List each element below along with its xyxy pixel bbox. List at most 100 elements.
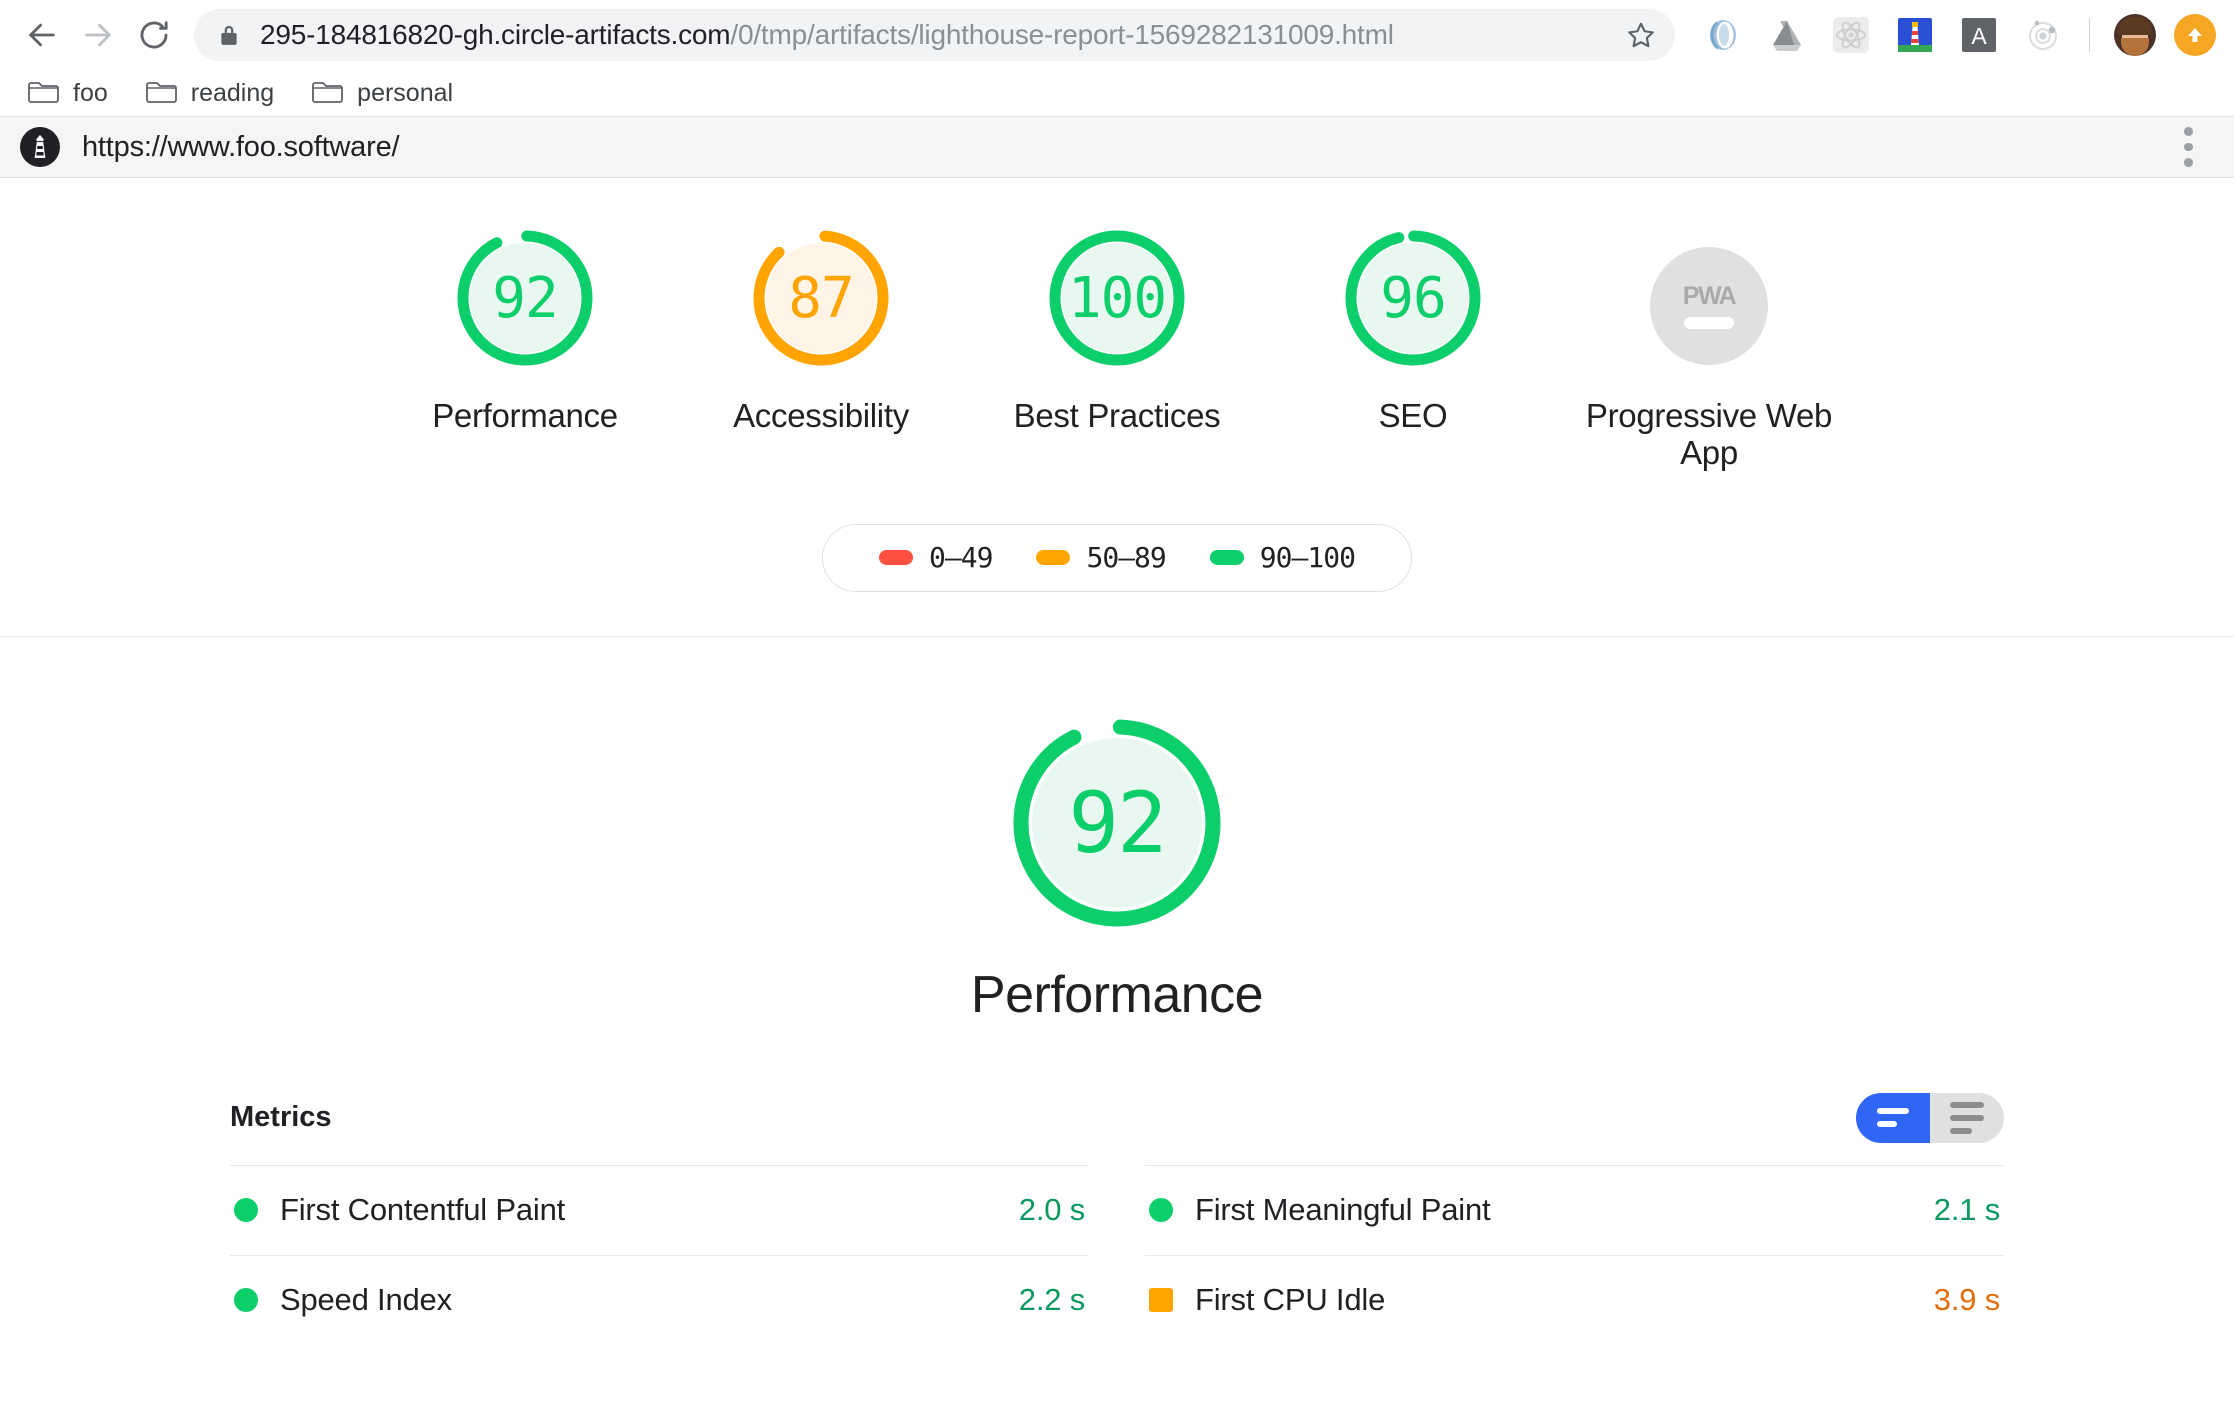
bookmark-label: reading (191, 79, 274, 108)
toggle-bar (1950, 1115, 1984, 1121)
metrics-title: Metrics (230, 1101, 332, 1134)
score-gauge-pwa[interactable]: PWA Progressive Web App (1561, 224, 1857, 472)
back-button[interactable] (14, 7, 70, 63)
metric-value: 2.0 s (1019, 1192, 1085, 1228)
metrics-view-toggle[interactable] (1856, 1093, 2004, 1143)
star-icon (1626, 20, 1656, 50)
kebab-dot (2184, 158, 2193, 167)
legend-label: 0–49 (929, 541, 992, 574)
legend-item-average: 50–89 (1036, 541, 1165, 574)
google-drive-extension-icon[interactable] (1764, 12, 1810, 58)
metric-rating-marker (234, 1288, 258, 1312)
url-text: 295-184816820-gh.circle-artifacts.com/0/… (260, 19, 1617, 51)
metric-rating-marker (1149, 1288, 1173, 1312)
detail-view-toggle[interactable] (1930, 1093, 2004, 1143)
metrics-grid: First Contentful Paint 2.0 s Speed Index… (230, 1165, 2004, 1345)
pwa-badge-text: PWA (1683, 282, 1735, 311)
toolbar-divider (2089, 18, 2090, 52)
orbit-extension-icon[interactable] (2020, 12, 2066, 58)
metrics-block: Metrics First Contentful Paint 2.0 s (230, 1093, 2004, 1345)
browser-toolbar: 295-184816820-gh.circle-artifacts.com/0/… (0, 0, 2234, 70)
toggle-bar (1950, 1102, 1984, 1108)
gauge-score-value: 87 (788, 266, 853, 331)
pwa-null-dash (1684, 317, 1734, 329)
kebab-menu-icon[interactable] (2168, 127, 2208, 167)
legend-label: 90–100 (1260, 541, 1355, 574)
metric-name: First Meaningful Paint (1195, 1192, 1934, 1228)
performance-category-section: 92 Performance Metrics (0, 637, 2234, 1345)
svg-text:A: A (1971, 23, 1987, 49)
gauge-ring: 87 (747, 224, 895, 372)
category-title: Performance (971, 965, 1263, 1025)
metrics-column-right: First Meaningful Paint 2.1 s First CPU I… (1145, 1165, 2004, 1345)
pwa-badge: PWA (1650, 247, 1768, 365)
reload-button[interactable] (126, 7, 182, 63)
browser-chrome: 295-184816820-gh.circle-artifacts.com/0/… (0, 0, 2234, 116)
metric-name: First Contentful Paint (280, 1192, 1019, 1228)
gauge-ring: 96 (1339, 224, 1487, 372)
bookmark-folder-personal[interactable]: personal (306, 75, 469, 112)
metric-value: 3.9 s (1934, 1282, 2000, 1318)
metric-name: Speed Index (280, 1282, 1019, 1318)
scores-section: 92 Performance 87 Accessibility (0, 178, 2234, 637)
legend-swatch-fail (879, 550, 913, 565)
profile-avatar[interactable] (2114, 14, 2156, 56)
score-gauge-performance[interactable]: 92 Performance (377, 224, 673, 435)
legend-item-fail: 0–49 (879, 541, 992, 574)
letter-a-extension-icon[interactable]: A (1956, 12, 2002, 58)
bookmark-folder-reading[interactable]: reading (140, 75, 290, 112)
score-gauge-best-practices[interactable]: 100 Best Practices (969, 224, 1265, 435)
metric-value: 2.2 s (1019, 1282, 1085, 1318)
score-gauge-seo[interactable]: 96 SEO (1265, 224, 1561, 435)
spiral-extension-icon[interactable] (1700, 12, 1746, 58)
metric-row[interactable]: First Meaningful Paint 2.1 s (1145, 1165, 2004, 1255)
arrow-left-icon (25, 18, 59, 52)
folder-icon (312, 80, 344, 106)
lighthouse-extension-icon[interactable] (1892, 12, 1938, 58)
avatar-beard (2121, 38, 2149, 56)
gauge-score-value: 92 (492, 266, 557, 331)
metric-row[interactable]: First Contentful Paint 2.0 s (230, 1165, 1089, 1255)
metrics-column-left: First Contentful Paint 2.0 s Speed Index… (230, 1165, 1089, 1345)
gauge-label: Best Practices (1014, 398, 1221, 435)
toggle-bar (1877, 1121, 1897, 1127)
gauge-label: Accessibility (733, 398, 909, 435)
upload-arrow-icon (2183, 23, 2207, 47)
toggle-bar (1877, 1108, 1909, 1114)
category-gauge: 92 Performance (0, 709, 2234, 1025)
legend-label: 50–89 (1086, 541, 1165, 574)
kebab-dot (2184, 127, 2193, 136)
gauge-null-badge: PWA (1635, 224, 1783, 372)
gauge-ring-large: 92 (1003, 709, 1231, 937)
metric-row[interactable]: First CPU Idle 3.9 s (1145, 1255, 2004, 1345)
simple-view-toggle[interactable] (1856, 1093, 1930, 1143)
legend-item-pass: 90–100 (1210, 541, 1355, 574)
folder-icon (28, 80, 60, 106)
folder-icon (146, 80, 178, 106)
forward-button[interactable] (70, 7, 126, 63)
bookmark-folder-foo[interactable]: foo (22, 75, 124, 112)
lock-icon (216, 22, 242, 48)
audited-url: https://www.foo.software/ (82, 131, 2168, 164)
score-gauge-accessibility[interactable]: 87 Accessibility (673, 224, 969, 435)
gauge-label: SEO (1379, 398, 1448, 435)
react-devtools-extension-icon[interactable] (1828, 12, 1874, 58)
extensions-strip: A (1679, 12, 2216, 58)
gauge-score-value: 100 (1068, 266, 1166, 331)
address-bar[interactable]: 295-184816820-gh.circle-artifacts.com/0/… (194, 9, 1675, 61)
report-header: https://www.foo.software/ (0, 116, 2234, 178)
metrics-header: Metrics (230, 1093, 2004, 1165)
gauge-ring: 100 (1043, 224, 1191, 372)
category-score-value: 92 (1068, 774, 1165, 872)
bookmark-star-button[interactable] (1617, 11, 1665, 59)
avatar-hair (2118, 17, 2152, 35)
reload-icon (137, 18, 171, 52)
bookmark-label: personal (357, 79, 453, 108)
metric-rating-marker (1149, 1198, 1173, 1222)
bookmark-label: foo (73, 79, 108, 108)
orange-upload-icon[interactable] (2174, 14, 2216, 56)
metric-row[interactable]: Speed Index 2.2 s (230, 1255, 1089, 1345)
bookmarks-bar: foo reading personal (0, 70, 2234, 116)
metric-rating-marker (234, 1198, 258, 1222)
gauge-label: Performance (432, 398, 618, 435)
